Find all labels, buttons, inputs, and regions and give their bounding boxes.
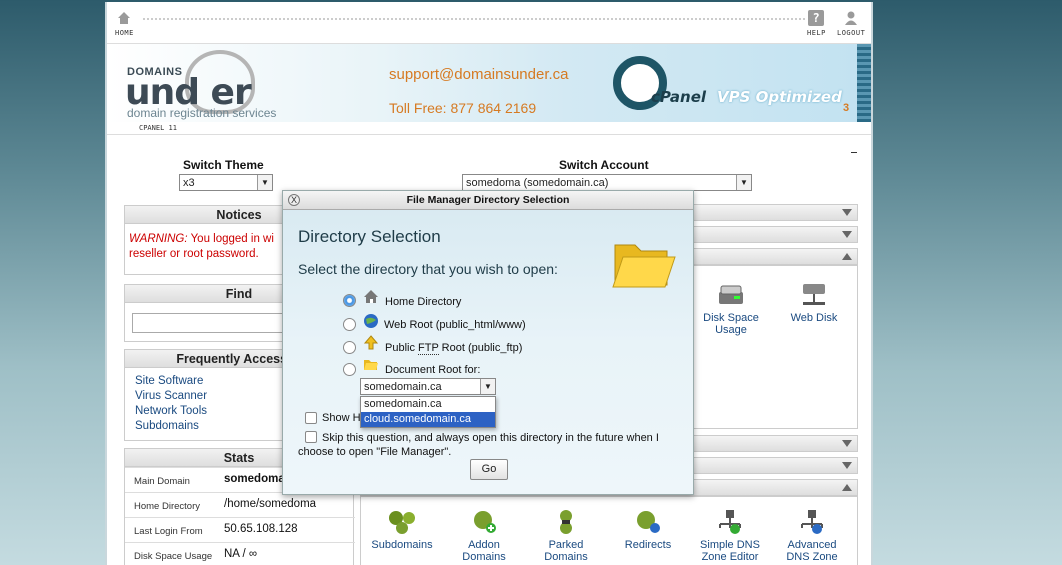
web-root-label: Web Root (public_html/www) xyxy=(384,319,526,331)
home-directory-label: Home Directory xyxy=(385,296,462,308)
expand-icon xyxy=(842,231,852,238)
globe-icon xyxy=(363,313,379,328)
public-ftp-radio[interactable] xyxy=(343,341,356,354)
subdomains-app[interactable]: Subdomains xyxy=(367,509,437,551)
go-button[interactable]: Go xyxy=(470,459,508,480)
skip-question-checkbox[interactable] xyxy=(305,431,317,443)
skip-question-label: Skip this question, and always open this… xyxy=(322,432,659,444)
home-icon xyxy=(116,10,132,26)
dialog-subheading: Select the directory that you wish to op… xyxy=(298,261,558,277)
close-icon[interactable]: X xyxy=(288,194,300,206)
frequent-link[interactable]: Virus Scanner xyxy=(135,389,207,404)
document-root-dropdown: somedomain.ca cloud.somedomain.ca xyxy=(360,396,496,428)
show-hidden-label: Show H xyxy=(322,412,361,424)
www-add-icon xyxy=(469,509,499,535)
disk-icon xyxy=(716,282,746,308)
stats-row: Last Login From 50.65.108.128 xyxy=(125,517,355,542)
toll-free: Toll Free: 877 864 2169 xyxy=(389,100,537,116)
show-hidden-checkbox[interactable] xyxy=(305,412,317,424)
banner: DOMAINS und er domain registration servi… xyxy=(107,44,871,122)
home-directory-radio[interactable] xyxy=(343,294,356,307)
expand-icon xyxy=(842,440,852,447)
advanced-dns-zone-editor-app[interactable]: Advanced DNS Zone xyxy=(777,509,847,563)
account-select[interactable]: somedoma (somedomain.ca) ▼ xyxy=(462,174,752,191)
switch-account-label: Switch Account xyxy=(559,158,649,172)
skip-question-label-cont: choose to open "File Manager". xyxy=(298,446,452,458)
dialog-heading: Directory Selection xyxy=(298,227,441,246)
frequent-link[interactable]: Network Tools xyxy=(135,404,207,419)
web-root-radio[interactable] xyxy=(343,318,356,331)
logout-link[interactable]: LOGOUT xyxy=(837,10,865,37)
stats-row: Home Directory /home/somedoma xyxy=(125,492,355,517)
collapse-icon xyxy=(842,253,852,260)
dropdown-option-highlighted[interactable]: cloud.somedomain.ca xyxy=(361,412,495,427)
dns-network-icon xyxy=(715,509,745,535)
stats-row: Disk Space Usage NA / ∞ xyxy=(125,542,355,565)
www-parked-icon xyxy=(551,509,581,535)
logo-subtitle: domain registration services xyxy=(127,106,277,120)
redirects-app[interactable]: Redirects xyxy=(613,509,683,551)
help-link[interactable]: ? HELP xyxy=(807,10,826,37)
expand-icon xyxy=(842,462,852,469)
minimize-dash[interactable] xyxy=(851,152,857,153)
frequent-link[interactable]: Site Software xyxy=(135,374,207,389)
document-root-radio[interactable] xyxy=(343,363,356,376)
frequent-link[interactable]: Subdomains xyxy=(135,419,207,434)
document-root-label: Document Root for: xyxy=(385,364,481,376)
www-globe-icon xyxy=(387,509,417,535)
domains-panel: Subdomains Addon Domains Parked Domains Re… xyxy=(360,496,858,565)
toolbar-divider xyxy=(143,18,805,26)
web-disk-app[interactable]: Web Disk xyxy=(779,282,849,324)
switch-theme-label: Switch Theme xyxy=(183,158,264,172)
network-disk-icon xyxy=(799,282,829,308)
parked-domains-app[interactable]: Parked Domains xyxy=(531,509,601,563)
house-icon xyxy=(363,289,379,304)
warning-text: WARNING: You logged in wi reseller or ro… xyxy=(129,233,274,260)
folder-small-icon xyxy=(363,357,379,372)
banner-stripe xyxy=(857,44,871,122)
folder-icon xyxy=(609,233,677,291)
support-email: support@domainsunder.ca xyxy=(389,66,569,83)
disk-space-usage-app[interactable]: Disk Space Usage xyxy=(696,282,766,336)
dropdown-option[interactable]: somedomain.ca xyxy=(361,397,495,412)
ftp-arrow-icon xyxy=(363,335,379,350)
chevron-down-icon: ▼ xyxy=(736,175,751,190)
version-label: CPANEL 11 xyxy=(139,124,177,132)
cpanel-logo-text: cPanel xyxy=(651,88,707,106)
divider xyxy=(107,134,871,140)
top-toolbar: HOME ? HELP LOGOUT xyxy=(107,2,871,44)
www-redirect-icon xyxy=(633,509,663,535)
user-icon xyxy=(843,10,859,26)
simple-dns-zone-editor-app[interactable]: Simple DNS Zone Editor xyxy=(695,509,765,563)
document-root-select[interactable]: somedomain.ca ▼ xyxy=(360,378,496,395)
addon-domains-app[interactable]: Addon Domains xyxy=(449,509,519,563)
collapse-icon xyxy=(842,484,852,491)
expand-icon xyxy=(842,209,852,216)
home-link[interactable]: HOME xyxy=(115,10,134,37)
dialog-title: File Manager Directory Selection xyxy=(283,191,693,210)
theme-select[interactable]: x3 ▼ xyxy=(179,174,273,191)
chevron-down-icon: ▼ xyxy=(480,379,495,394)
public-ftp-label: Public FTP Root (public_ftp) xyxy=(385,342,523,355)
help-icon: ? xyxy=(808,10,825,26)
frequent-list: Site Software Virus Scanner Network Tool… xyxy=(135,374,207,434)
vps-optimized-text: VPS Optimized xyxy=(717,88,842,106)
dns-network-icon xyxy=(797,509,827,535)
file-manager-dialog: File Manager Directory Selection X Direc… xyxy=(282,190,694,495)
chevron-down-icon: ▼ xyxy=(257,175,272,190)
vps-version: 3 xyxy=(843,102,850,114)
